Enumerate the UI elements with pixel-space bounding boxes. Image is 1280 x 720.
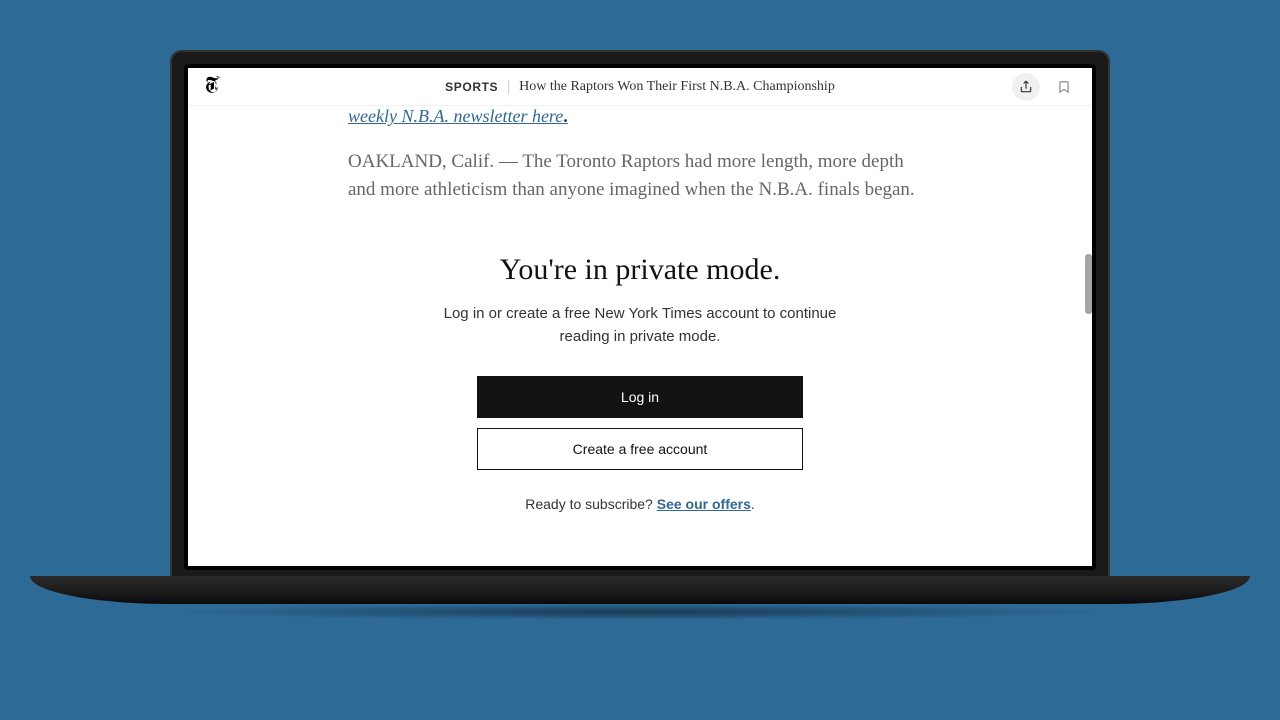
article-paragraph: OAKLAND, Calif. — The Toronto Raptors ha… <box>348 148 932 205</box>
offer-prefix: Ready to subscribe? <box>525 496 657 512</box>
offer-suffix: . <box>751 496 755 512</box>
topbar-headline: How the Raptors Won Their First N.B.A. C… <box>519 79 835 95</box>
browser-viewport: SPORTS How the Raptors Won Their First N… <box>188 68 1092 566</box>
article-topbar: SPORTS How the Raptors Won Their First N… <box>188 68 1092 106</box>
paywall-modal: You're in private mode. Log in or create… <box>188 233 1092 532</box>
laptop-base <box>30 576 1250 604</box>
create-account-button[interactable]: Create a free account <box>477 428 803 470</box>
topbar-divider <box>508 80 509 94</box>
share-icon <box>1019 80 1033 94</box>
paywall-subtitle: Log in or create a free New York Times a… <box>430 303 850 348</box>
newsletter-link-line: weekly N.B.A. newsletter here. <box>348 106 932 128</box>
newsletter-link[interactable]: weekly N.B.A. newsletter here <box>348 106 563 126</box>
laptop-inner-bezel: SPORTS How the Raptors Won Their First N… <box>184 64 1096 570</box>
login-button[interactable]: Log in <box>477 376 803 418</box>
section-label[interactable]: SPORTS <box>445 80 498 94</box>
paywall-title: You're in private mode. <box>228 253 1052 287</box>
share-button[interactable] <box>1012 73 1040 101</box>
bookmark-button[interactable] <box>1054 75 1074 99</box>
offer-line: Ready to subscribe? See our offers. <box>228 496 1052 512</box>
laptop-mockup: SPORTS How the Raptors Won Their First N… <box>170 50 1110 584</box>
topbar-title-group: SPORTS How the Raptors Won Their First N… <box>445 79 835 95</box>
bookmark-icon <box>1057 78 1071 96</box>
see-offers-link[interactable]: See our offers <box>657 496 751 512</box>
article-body: weekly N.B.A. newsletter here. OAKLAND, … <box>188 106 1092 205</box>
topbar-actions <box>1012 73 1074 101</box>
scrollbar-thumb[interactable] <box>1085 254 1092 314</box>
nyt-logo[interactable] <box>206 76 222 97</box>
laptop-bezel: SPORTS How the Raptors Won Their First N… <box>170 50 1110 584</box>
newsletter-period: . <box>563 106 568 126</box>
